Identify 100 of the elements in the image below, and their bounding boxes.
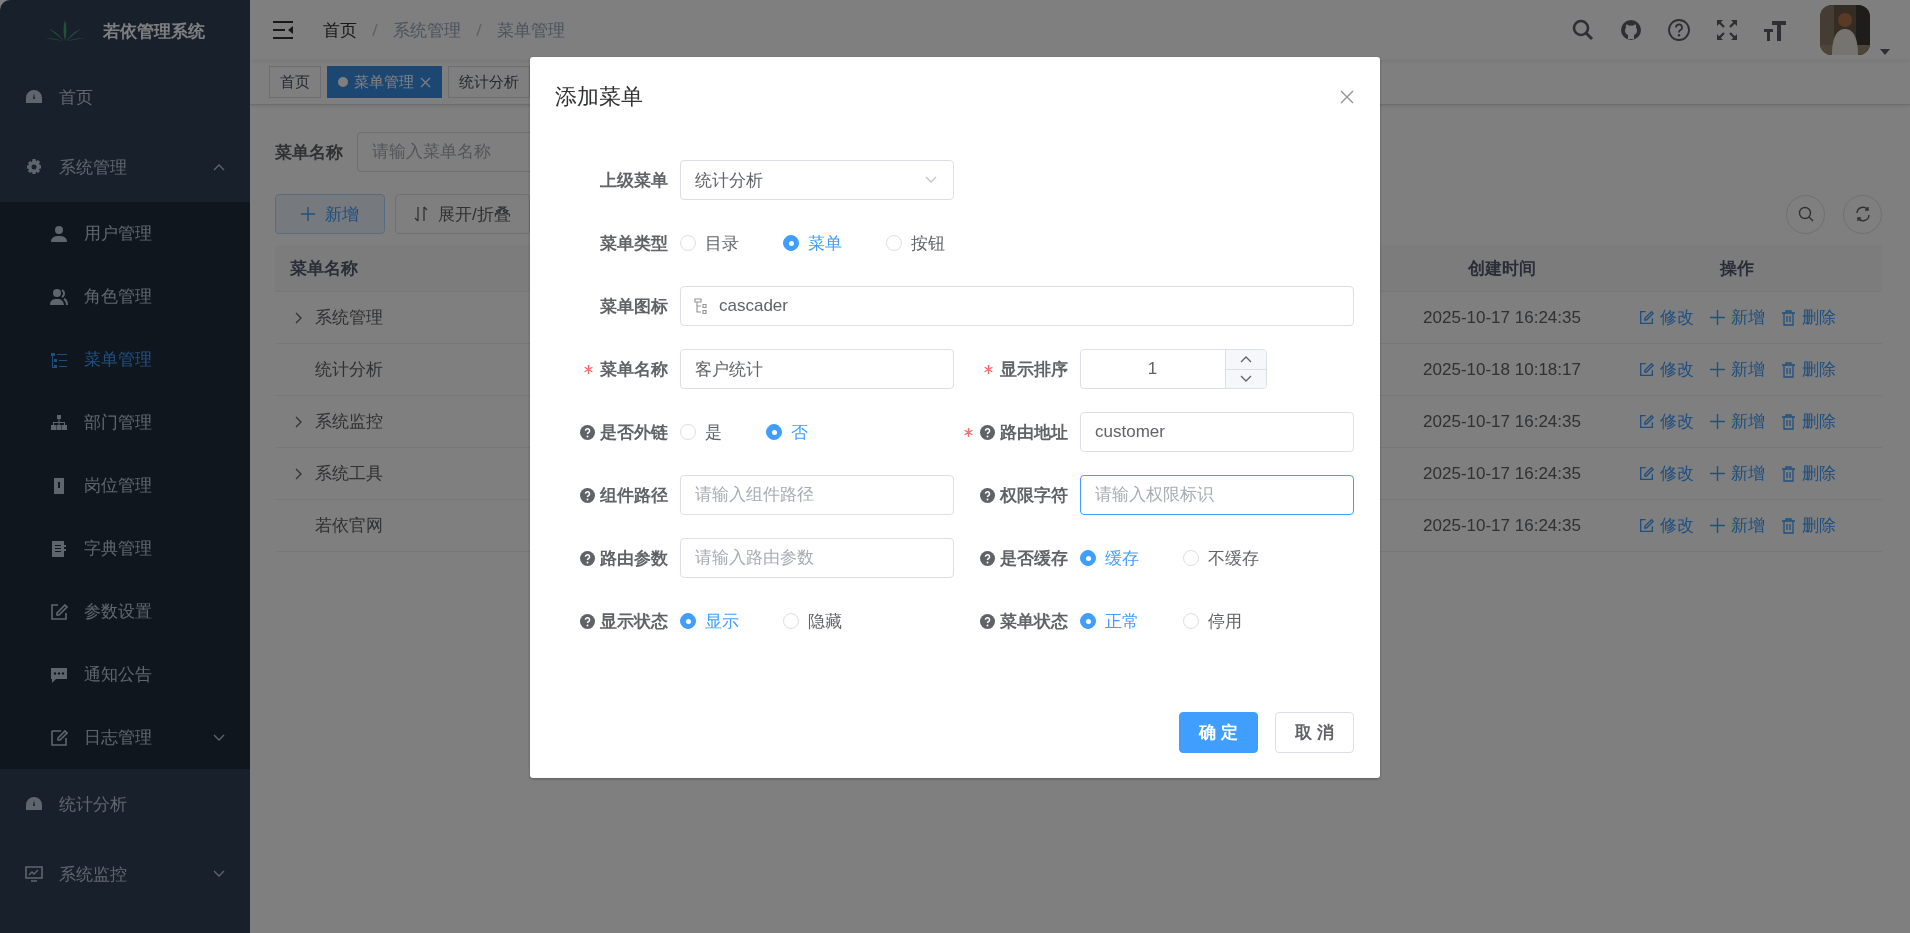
delete-button[interactable]: 删除 [1780, 410, 1836, 433]
radio-option[interactable]: 按钮 [886, 231, 945, 255]
add-button[interactable]: 新增 [1709, 358, 1765, 381]
edit-button[interactable]: 修改 [1638, 462, 1694, 485]
field-label: 权限字符 [1000, 484, 1068, 507]
dashboard-icon [25, 796, 43, 812]
input-field[interactable]: 请输入权限标识 [1080, 475, 1354, 515]
input-field[interactable]: cascader [680, 286, 1354, 326]
chevron-down-icon [1240, 374, 1252, 383]
field-label: 上级菜单 [600, 169, 668, 192]
edit-icon [1638, 414, 1654, 429]
help-icon[interactable] [580, 487, 595, 503]
tab[interactable]: 菜单管理 [327, 66, 442, 98]
caret-down-icon[interactable] [1880, 49, 1890, 55]
radio-option[interactable]: 隐藏 [783, 609, 842, 633]
chevron-right-icon[interactable] [295, 415, 303, 428]
table-cell: 2025-10-17 16:24:35 [1423, 515, 1581, 535]
gear-icon [25, 158, 43, 176]
add-button[interactable]: 新增 [1709, 306, 1765, 329]
leaf-logo-icon [45, 19, 85, 43]
edit-button[interactable]: 修改 [1638, 410, 1694, 433]
plus-icon [1709, 518, 1725, 533]
trash-icon [1780, 517, 1796, 534]
trash-icon [1780, 465, 1796, 482]
delete-button[interactable]: 删除 [1780, 462, 1836, 485]
select-field[interactable]: 统计分析 [680, 160, 954, 200]
chevron-right-icon[interactable] [295, 467, 303, 480]
radio-option[interactable]: 停用 [1183, 609, 1242, 633]
chevron-up-icon [213, 163, 225, 171]
radio-option[interactable]: 目录 [680, 231, 739, 255]
edit-button[interactable]: 修改 [1638, 306, 1694, 329]
column-header: 操作 [1720, 258, 1754, 278]
message-icon [50, 665, 68, 684]
add-button[interactable]: 新增 [1709, 462, 1765, 485]
help-icon[interactable] [580, 550, 595, 566]
field-label: 组件路径 [600, 484, 668, 507]
add-button[interactable]: 新增 [1709, 410, 1765, 433]
plus-icon [1709, 362, 1725, 377]
help-icon[interactable] [580, 424, 595, 440]
menu-fold-icon[interactable] [273, 21, 295, 39]
confirm-button[interactable]: 确 定 [1179, 712, 1258, 753]
search-icon[interactable] [1572, 19, 1594, 41]
edit-icon [1638, 466, 1654, 481]
sidebar-item[interactable]: 系统监控 [0, 839, 250, 909]
close-icon[interactable] [1340, 90, 1354, 104]
log-icon [50, 728, 68, 747]
table-cell: 2025-10-18 10:18:17 [1423, 359, 1581, 379]
tab[interactable]: 首页 [269, 66, 321, 98]
sidebar-item[interactable]: 系统管理 [0, 132, 250, 202]
font-size-icon[interactable] [1764, 19, 1786, 41]
trash-icon [1780, 309, 1796, 326]
input-field[interactable]: 客户统计 [680, 349, 954, 389]
refresh-button[interactable] [1843, 194, 1882, 234]
table-cell-text: 系统管理 [315, 307, 383, 329]
sidebar-item[interactable]: 统计分析 [0, 769, 250, 839]
radio-option[interactable]: 不缓存 [1183, 546, 1259, 570]
chevron-right-icon[interactable] [295, 311, 303, 324]
tab[interactable]: 统计分析 [448, 66, 530, 98]
fullscreen-icon[interactable] [1716, 19, 1738, 41]
add-button[interactable]: 新增 [275, 194, 385, 234]
github-icon[interactable] [1620, 19, 1642, 41]
edit-button[interactable]: 修改 [1638, 358, 1694, 381]
sidebar-item[interactable]: 首页 [0, 62, 250, 132]
breadcrumb-item[interactable]: 首页 [323, 18, 357, 42]
edit-icon [1638, 310, 1654, 325]
radio-option[interactable]: 显示 [680, 609, 739, 633]
plus-icon [1709, 414, 1725, 429]
edit-button[interactable]: 修改 [1638, 514, 1694, 537]
radio-option[interactable]: 否 [766, 420, 808, 444]
radio-option[interactable]: 缓存 [1080, 546, 1139, 570]
expand-collapse-button[interactable]: 展开/折叠 [395, 194, 530, 234]
radio-option[interactable]: 菜单 [783, 231, 842, 255]
help-icon[interactable] [980, 424, 995, 440]
edit-icon [1638, 518, 1654, 533]
help-icon[interactable] [980, 550, 995, 566]
chevron-up-icon [1240, 355, 1252, 364]
breadcrumb-separator-icon [371, 23, 379, 37]
asterisk-icon [964, 427, 973, 437]
help-icon[interactable] [1668, 19, 1690, 41]
table-cell: 2025-10-17 16:24:35 [1423, 411, 1581, 431]
org-chart-icon [50, 413, 68, 432]
column-header: 菜单名称 [290, 257, 358, 280]
table-cell: 2025-10-17 16:24:35 [1423, 463, 1581, 483]
radio-option[interactable]: 是 [680, 420, 722, 444]
plus-icon [301, 207, 315, 221]
radio-option[interactable]: 正常 [1080, 609, 1139, 633]
delete-button[interactable]: 删除 [1780, 514, 1836, 537]
chevron-down-icon [925, 176, 937, 184]
add-button[interactable]: 新增 [1709, 514, 1765, 537]
field-label: 菜单名称 [275, 141, 343, 164]
delete-button[interactable]: 删除 [1780, 306, 1836, 329]
help-icon[interactable] [980, 487, 995, 503]
search-button[interactable] [1786, 194, 1825, 234]
cancel-button[interactable]: 取 消 [1275, 712, 1354, 753]
delete-button[interactable]: 删除 [1780, 358, 1836, 381]
field-label: 是否缓存 [1000, 547, 1068, 570]
input-field[interactable]: customer [1080, 412, 1354, 452]
dialog-title: 添加菜单 [555, 83, 643, 111]
help-icon[interactable] [580, 613, 595, 629]
help-icon[interactable] [980, 613, 995, 629]
